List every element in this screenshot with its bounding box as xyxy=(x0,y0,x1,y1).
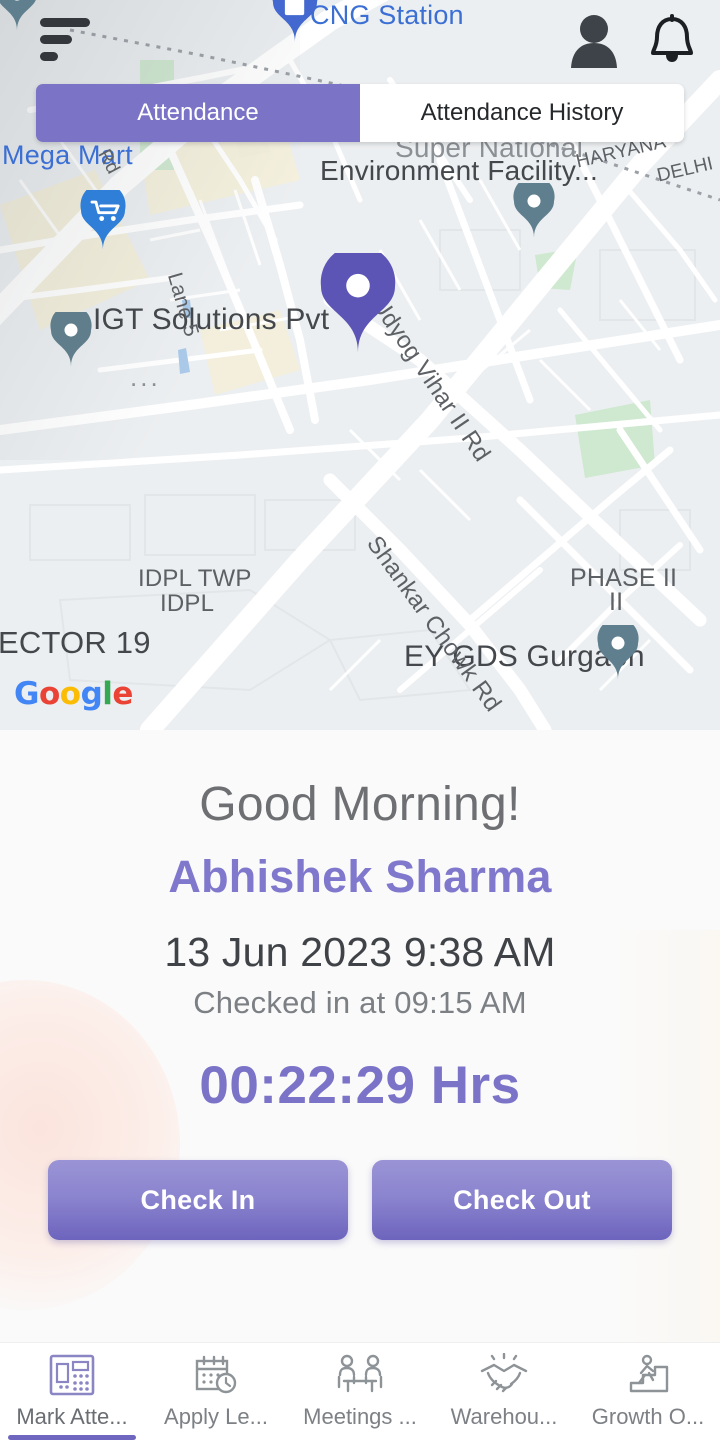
igt-solutions-pin[interactable] xyxy=(50,305,92,372)
map-view[interactable]: CNG Station Mega Mart Super National Enviro… xyxy=(0,0,720,730)
tab-attendance-history[interactable]: Attendance History xyxy=(360,84,684,142)
check-out-button[interactable]: Check Out xyxy=(372,1160,672,1240)
attendance-tab-group: Attendance Attendance History xyxy=(36,84,684,142)
handshake-icon xyxy=(478,1352,530,1398)
map-label: IDPL xyxy=(160,590,215,617)
bell-icon[interactable] xyxy=(648,13,696,67)
map-label: CNG Station xyxy=(310,0,464,30)
map-label: PHASE II xyxy=(570,564,678,592)
ey-gds-gurgaon-pin[interactable] xyxy=(597,618,639,685)
nav-label-mark-attendance: Mark Atte... xyxy=(16,1404,128,1429)
mega-mart-pin[interactable] xyxy=(80,182,126,256)
elapsed-timer: 00:22:29 Hrs xyxy=(199,1056,521,1115)
map-label: II xyxy=(609,588,624,616)
map-label: ECTOR 19 xyxy=(0,625,151,660)
nav-label-apply-leave: Apply Le... xyxy=(164,1404,268,1429)
check-in-button[interactable]: Check In xyxy=(48,1160,348,1240)
map-label: IGT Solutions Pvt xyxy=(93,303,330,336)
tab-attendance[interactable]: Attendance xyxy=(36,84,360,142)
nav-label-warehouse: Warehou... xyxy=(450,1404,558,1429)
header-icons xyxy=(568,12,696,68)
user-name: Abhishek Sharma xyxy=(168,851,552,902)
nav-label-meetings: Meetings ... xyxy=(303,1404,417,1429)
hamburger-bar-2 xyxy=(40,35,72,44)
map-ellipsis-marker: ... xyxy=(130,362,161,392)
attendance-keypad-icon xyxy=(48,1352,96,1398)
nav-item-growth-opportunity[interactable]: Growth O... xyxy=(576,1343,720,1440)
nav-label-growth-opportunity: Growth O... xyxy=(591,1404,705,1429)
greeting-text: Good Morning! xyxy=(199,778,521,831)
calendar-clock-icon xyxy=(192,1352,240,1398)
bottom-navigation: Mark Atte... Apply Le... Meetings ... Wa… xyxy=(0,1342,720,1440)
nav-item-meetings[interactable]: Meetings ... xyxy=(288,1343,432,1440)
attendance-info-card: Good Morning! Abhishek Sharma 13 Jun 202… xyxy=(0,730,720,1342)
top-left-pin[interactable] xyxy=(0,0,38,36)
nav-active-indicator xyxy=(8,1435,136,1440)
environment-facility-pin[interactable] xyxy=(513,176,555,243)
checked-in-note: Checked in at 09:15 AM xyxy=(193,985,527,1020)
nav-item-mark-attendance[interactable]: Mark Atte... xyxy=(0,1343,144,1440)
hamburger-bar-3 xyxy=(40,52,58,61)
nav-item-warehouse[interactable]: Warehou... xyxy=(432,1343,576,1440)
current-location-pin[interactable] xyxy=(320,244,396,358)
map-label: IDPL TWP xyxy=(138,565,252,592)
attendance-screen: CNG Station Mega Mart Super National Enviro… xyxy=(0,0,720,1440)
current-datetime: 13 Jun 2023 9:38 AM xyxy=(164,929,556,975)
growth-stairs-icon xyxy=(623,1352,673,1398)
google-logo: Google xyxy=(14,676,133,712)
hamburger-bar-1 xyxy=(40,18,90,27)
profile-avatar-icon[interactable] xyxy=(568,12,620,68)
map-label: Environment Facility... xyxy=(320,155,598,186)
cng-station-pin[interactable] xyxy=(272,0,318,48)
nav-item-apply-leave[interactable]: Apply Le... xyxy=(144,1343,288,1440)
attendance-actions: Check In Check Out xyxy=(0,1160,720,1240)
meeting-people-icon xyxy=(334,1352,386,1398)
hamburger-menu-icon[interactable] xyxy=(40,18,98,64)
